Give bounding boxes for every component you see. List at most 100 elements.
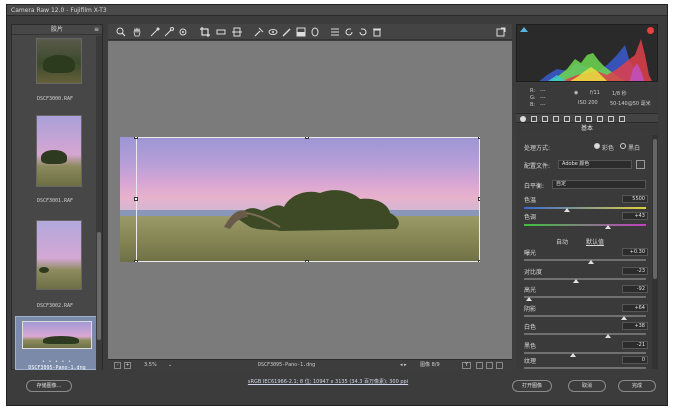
image-canvas[interactable] [108, 41, 512, 359]
before-after-split-button[interactable] [476, 362, 483, 369]
temperature-slider[interactable] [524, 207, 646, 209]
crop-handle[interactable] [478, 197, 480, 201]
slider-value[interactable]: +64 [622, 304, 648, 312]
radial-filter-icon[interactable] [310, 27, 320, 37]
slider-track[interactable] [524, 296, 646, 298]
workflow-options-link[interactable]: sRGB IEC61966-2.1; 8 位; 10947 x 3135 (34… [228, 378, 428, 385]
swap-settings-button[interactable] [486, 362, 493, 369]
temperature-slider-thumb[interactable] [564, 208, 570, 212]
targeted-adjustment-icon[interactable] [178, 27, 188, 37]
tint-value[interactable]: +43 [622, 212, 648, 220]
slider-thumb[interactable] [526, 297, 532, 301]
open-image-button[interactable]: 打开图像 [512, 380, 552, 392]
temperature-value[interactable]: 5500 [622, 195, 648, 203]
profile-browser-icon[interactable] [636, 160, 645, 169]
lens-tab-icon[interactable] [575, 116, 581, 122]
slider-value[interactable]: -92 [622, 285, 648, 293]
treatment-bw-radio[interactable] [620, 143, 626, 149]
done-button[interactable]: 完成 [618, 380, 656, 392]
save-image-button[interactable]: 存储图像... [26, 380, 72, 392]
effects-tab-icon[interactable] [586, 116, 592, 122]
panorama-photo[interactable] [120, 137, 480, 262]
color-sampler-icon[interactable] [164, 27, 174, 37]
snapshots-tab-icon[interactable] [619, 116, 625, 122]
texture-value[interactable]: 0 [622, 356, 648, 364]
thumbnail-item-selected[interactable]: • • • • • DSCF3095-Pano-1.dng [15, 316, 99, 371]
filmstrip-menu-icon[interactable]: ≡ [94, 25, 99, 35]
panel-scroll-thumb[interactable] [653, 139, 657, 279]
crop-handle[interactable] [305, 260, 309, 262]
rotate-left-icon[interactable] [344, 27, 354, 37]
slider-thumb[interactable] [588, 260, 594, 264]
before-after-y-button[interactable]: Y [462, 362, 471, 369]
thumbnail-item[interactable]: DSCF3002.RAF [12, 218, 98, 314]
filmstrip-scroll-thumb[interactable] [97, 232, 101, 340]
hand-icon[interactable] [132, 27, 142, 37]
filmstrip-scrollbar[interactable] [96, 36, 102, 370]
crop-handle[interactable] [134, 137, 138, 139]
fullscreen-icon[interactable] [496, 27, 506, 37]
slider-track[interactable] [524, 352, 646, 354]
slider-thumb[interactable] [605, 334, 611, 338]
white-balance-icon[interactable] [150, 27, 160, 37]
slider-value[interactable]: -21 [622, 341, 648, 349]
trash-icon[interactable] [372, 27, 382, 37]
copy-settings-button[interactable] [496, 362, 503, 369]
preferences-icon[interactable] [330, 27, 340, 37]
crop-frame[interactable] [134, 137, 480, 262]
cancel-button[interactable]: 取消 [568, 380, 606, 392]
panel-scrollbar[interactable] [652, 135, 658, 369]
tone-curve-tab-icon[interactable] [531, 116, 537, 122]
crop-handle[interactable] [134, 260, 138, 262]
tint-slider[interactable] [524, 224, 646, 226]
filmstrip-panel: 胶片 ≡ DSCF3000.RAF DSCF3001.RAF DSCF3002.… [11, 24, 103, 371]
default-button[interactable]: 默认值 [586, 237, 604, 246]
profile-dropdown[interactable]: Adobe 颜色 [558, 160, 632, 169]
slider-thumb[interactable] [573, 279, 579, 283]
treatment-color-radio[interactable] [594, 143, 600, 149]
thumbnail-item[interactable]: DSCF3000.RAF [12, 36, 98, 106]
zoom-level[interactable]: 3.5% [144, 360, 157, 371]
split-toning-tab-icon[interactable] [564, 116, 570, 122]
shadow-clipping-icon[interactable] [520, 27, 528, 32]
presets-tab-icon[interactable] [608, 116, 614, 122]
slider-track[interactable] [524, 315, 646, 317]
zoom-out-button[interactable]: - [114, 362, 121, 369]
white-balance-dropdown[interactable]: 自定 [552, 180, 646, 189]
graduated-filter-icon[interactable] [296, 27, 306, 37]
calibration-tab-icon[interactable] [597, 116, 603, 122]
texture-slider[interactable] [524, 367, 646, 369]
straighten-icon[interactable] [216, 27, 226, 37]
tint-slider-thumb[interactable] [605, 225, 611, 229]
slider-value[interactable]: -23 [622, 267, 648, 275]
slider-track[interactable] [524, 333, 646, 335]
slider-thumb[interactable] [570, 353, 576, 357]
crop-handle[interactable] [134, 197, 138, 201]
thumbnail-image [36, 38, 82, 84]
slider-track[interactable] [524, 259, 646, 261]
thumbnail-item[interactable]: DSCF3001.RAF [12, 115, 98, 215]
crop-icon[interactable] [200, 27, 210, 37]
highlight-clipping-icon[interactable] [647, 27, 654, 34]
slider-thumb[interactable] [621, 316, 627, 320]
crop-handle[interactable] [478, 137, 480, 139]
zoom-in-button[interactable]: + [124, 362, 131, 369]
crop-handle[interactable] [305, 137, 309, 139]
prev-next-arrows-icon[interactable]: ◂ ▸ [400, 360, 407, 371]
slider-value[interactable]: +38 [622, 322, 648, 330]
slider-track[interactable] [524, 278, 646, 280]
zoom-dropdown-icon[interactable]: ⌄ [168, 360, 172, 371]
zoom-icon[interactable] [116, 27, 126, 37]
red-eye-icon[interactable] [268, 27, 278, 37]
thumbnail-label: DSCF3000.RAF [36, 96, 74, 102]
slider-value[interactable]: +0.30 [622, 248, 648, 256]
rotate-right-icon[interactable] [358, 27, 368, 37]
detail-tab-icon[interactable] [542, 116, 548, 122]
basic-tab-icon[interactable] [520, 116, 526, 122]
hsl-tab-icon[interactable] [553, 116, 559, 122]
spot-removal-icon[interactable] [254, 27, 264, 37]
auto-button[interactable]: 自动 [556, 237, 568, 246]
adjustment-brush-icon[interactable] [282, 27, 292, 37]
crop-handle[interactable] [478, 260, 480, 262]
transform-icon[interactable] [232, 27, 242, 37]
